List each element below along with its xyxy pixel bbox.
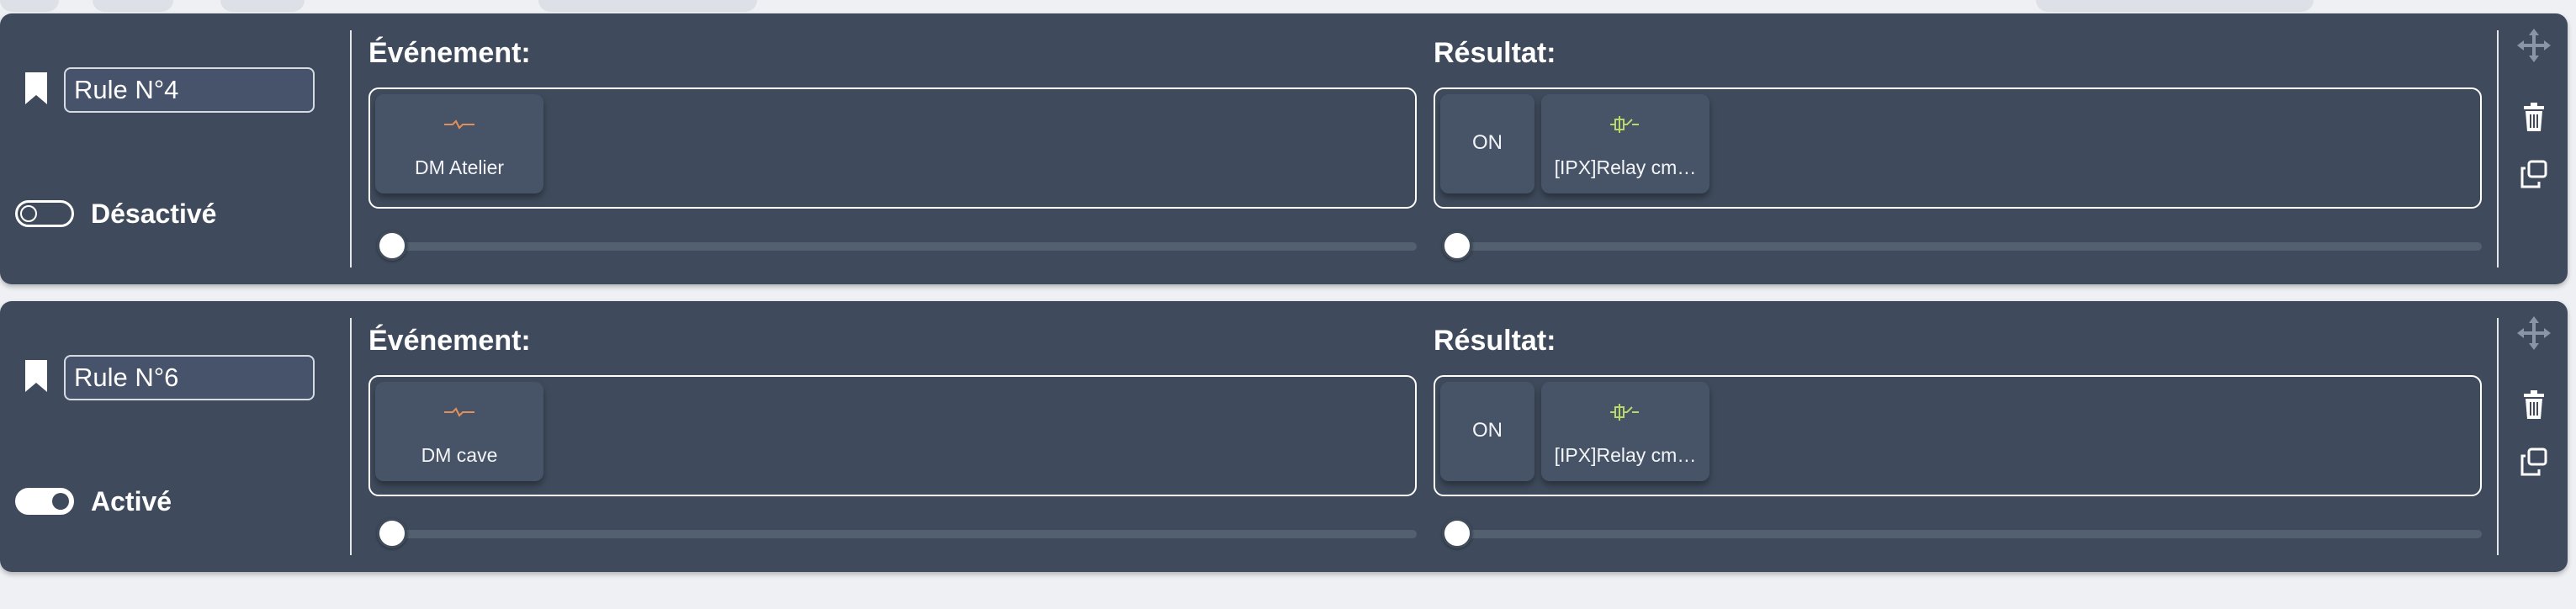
relay-icon [1610,404,1639,421]
trash-icon[interactable] [2517,389,2551,422]
result-drop-zone[interactable]: ON [IPX]Relay cm… [1434,375,2482,496]
result-slider[interactable] [1442,230,2482,261]
rule-name-input[interactable] [64,355,315,400]
result-on-label: ON [1472,419,1503,442]
event-slider-thumb[interactable] [377,230,407,261]
event-slider[interactable] [377,230,1417,261]
event-drop-zone[interactable]: DM Atelier [368,87,1417,209]
rule-header: Désactivé [0,13,350,284]
trash-icon[interactable] [2517,101,2551,135]
move-icon[interactable] [2517,29,2551,62]
previous-card-edge [93,0,173,12]
relay-icon [1610,116,1639,133]
event-drop-zone[interactable]: DM cave [368,375,1417,496]
rule-enabled-toggle[interactable] [15,200,74,227]
rule-card: Désactivé Événement: DM Atelier Résultat… [0,13,2568,284]
divider [350,30,352,267]
sensor-wave-icon [444,119,474,130]
result-device-label: [IPX]Relay cm… [1554,444,1697,466]
event-device-label: DM Atelier [414,156,505,178]
divider [2497,318,2499,555]
result-title: Résultat: [1434,37,1556,69]
previous-card-edge [0,0,59,12]
duplicate-icon[interactable] [2517,446,2551,479]
toggle-knob [20,205,37,222]
rule-card: Activé Événement: DM cave Résultat: ON [… [0,301,2568,572]
result-slider-thumb[interactable] [1442,230,1472,261]
event-title: Événement: [368,37,531,69]
previous-card-edge [220,0,305,12]
toggle-knob [52,493,69,510]
result-device-tile[interactable]: [IPX]Relay cm… [1541,94,1709,193]
event-device-tile[interactable]: DM cave [375,382,543,481]
result-device-label: [IPX]Relay cm… [1554,156,1697,178]
rule-status-label: Désactivé [91,199,217,229]
rule-status-label: Activé [91,486,172,516]
rule-name-input[interactable] [64,67,315,113]
result-on-label: ON [1472,131,1503,154]
bookmark-icon[interactable] [25,360,47,392]
result-drop-zone[interactable]: ON [IPX]Relay cm… [1434,87,2482,209]
result-on-tile[interactable]: ON [1440,382,1534,481]
event-slider-thumb[interactable] [377,518,407,548]
divider [350,318,352,555]
result-slider-thumb[interactable] [1442,518,1472,548]
divider [2497,30,2499,267]
result-on-tile[interactable]: ON [1440,94,1534,193]
event-slider[interactable] [377,518,1417,548]
sensor-wave-icon [444,407,474,417]
duplicate-icon[interactable] [2517,158,2551,192]
event-title: Événement: [368,325,531,357]
result-device-tile[interactable]: [IPX]Relay cm… [1541,382,1709,481]
rule-enabled-toggle[interactable] [15,488,74,515]
previous-card-edge [2036,0,2314,12]
bookmark-icon[interactable] [25,72,47,104]
previous-card-edge [538,0,757,12]
move-icon[interactable] [2517,316,2551,350]
event-device-tile[interactable]: DM Atelier [375,94,543,193]
rule-header: Activé [0,301,350,572]
result-title: Résultat: [1434,325,1556,357]
event-device-label: DM cave [421,444,498,466]
result-slider[interactable] [1442,518,2482,548]
